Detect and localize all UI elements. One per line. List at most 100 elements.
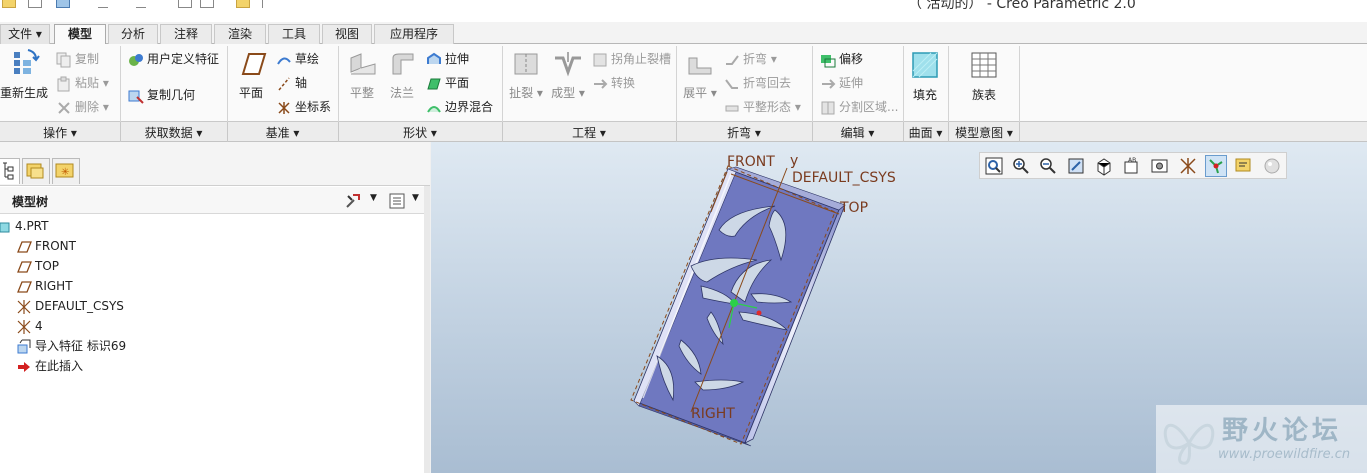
datum-label-top[interactable]: TOP	[840, 200, 868, 216]
form-icon	[555, 52, 581, 77]
flat-state-button[interactable]: 平整形态 ▾	[724, 98, 801, 116]
paste-icon	[57, 76, 70, 91]
redo-icon[interactable]	[136, 0, 146, 8]
boundary-blend-label: 边界混合	[445, 100, 494, 114]
regenerate-button[interactable]: 重新生成	[0, 48, 48, 101]
window-title: （ 活动的） - Creo Parametric 2.0	[908, 0, 1136, 12]
bend-label: 折弯	[743, 52, 768, 66]
svg-text:✳: ✳	[61, 167, 69, 178]
rip-button[interactable]: 扯裂 ▾	[506, 50, 546, 101]
tree-item-right-label: RIGHT	[35, 279, 73, 293]
tree-item-front[interactable]: FRONT	[16, 236, 76, 256]
corner-relief-icon	[593, 53, 607, 66]
fill-label: 填充	[912, 88, 937, 102]
tree-item-right[interactable]: RIGHT	[16, 276, 73, 296]
udf-icon	[129, 53, 143, 66]
save-icon[interactable]	[56, 0, 70, 8]
bend-button[interactable]: 折弯 ▾	[724, 50, 777, 68]
fill-button[interactable]: 填充	[907, 50, 943, 103]
extend-button[interactable]: 延伸	[820, 74, 863, 92]
navigator-scrollbar[interactable]	[424, 186, 430, 473]
delete-button[interactable]: 删除 ▾	[56, 98, 109, 116]
tab-applications[interactable]: 应用程序	[374, 24, 454, 44]
family-table-button[interactable]: 族表	[962, 50, 1006, 103]
tab-view[interactable]: 视图	[322, 24, 372, 44]
tree-show-dropdown-icon[interactable]: ▼	[412, 193, 419, 203]
group-surfaces[interactable]: 曲面 ▾	[903, 124, 948, 141]
flat-wall-label: 平整	[349, 86, 374, 100]
quick-access-dropdown-icon[interactable]	[262, 0, 266, 8]
watermark-url: www.proewildfire.cn	[1218, 447, 1351, 462]
group-shapes[interactable]: 形状 ▾	[338, 124, 502, 141]
divider	[1019, 122, 1020, 142]
datum-plane-button[interactable]: 平面	[232, 50, 270, 101]
tree-item-default-csys[interactable]: DEFAULT_CSYS	[16, 296, 124, 316]
tree-settings-icon[interactable]	[344, 192, 362, 210]
undo-icon[interactable]	[98, 0, 108, 8]
sketch-button[interactable]: 草绘	[276, 50, 319, 68]
tab-annotate[interactable]: 注释	[160, 24, 212, 44]
tab-model[interactable]: 模型	[54, 24, 106, 45]
boundary-blend-button[interactable]: 边界混合	[426, 98, 493, 116]
extrude-button[interactable]: 拉伸	[426, 50, 469, 68]
copy-button[interactable]: 复制	[56, 50, 99, 68]
csys-button[interactable]: 坐标系	[276, 98, 331, 116]
group-operations[interactable]: 操作 ▾	[0, 124, 120, 141]
flat-state-label: 平整形态	[743, 100, 792, 114]
tab-model-tree[interactable]	[0, 158, 20, 184]
import-feature-icon	[17, 339, 31, 353]
group-model-intent-label: 模型意图	[955, 126, 1004, 140]
corner-relief-button[interactable]: 拐角止裂槽	[592, 50, 671, 68]
offset-button[interactable]: 偏移	[820, 50, 863, 68]
udf-button[interactable]: 用户定义特征	[128, 50, 219, 68]
flange-wall-button[interactable]: 法兰	[384, 50, 420, 101]
tree-settings-dropdown-icon[interactable]: ▼	[370, 193, 377, 203]
split-area-button[interactable]: 分割区域...	[820, 98, 898, 116]
tab-folder-browser[interactable]	[22, 158, 50, 184]
flat-wall-button[interactable]: 平整	[344, 50, 380, 101]
copy-geometry-button[interactable]: 复制几何	[128, 86, 195, 104]
group-datum[interactable]: 基准 ▾	[227, 124, 338, 141]
tree-show-icon[interactable]	[388, 192, 406, 210]
unbend-button[interactable]: 展平 ▾	[680, 50, 720, 101]
form-button[interactable]: 成型 ▾	[548, 50, 588, 101]
new-icon[interactable]	[2, 0, 16, 8]
tree-item-csys-4[interactable]: 4	[16, 316, 43, 336]
group-model-intent[interactable]: 模型意图 ▾	[948, 124, 1020, 141]
tab-tools[interactable]: 工具	[268, 24, 320, 44]
axis-icon	[278, 77, 290, 90]
csys-icon	[17, 299, 31, 314]
tab-analysis[interactable]: 分析	[108, 24, 158, 44]
tree-item-insert-here[interactable]: 在此插入	[16, 356, 83, 376]
csys-label: 坐标系	[295, 100, 332, 114]
open-icon[interactable]	[28, 0, 42, 8]
datum-plane-icon	[17, 260, 32, 273]
rip-icon	[514, 53, 538, 75]
axis-button[interactable]: 轴	[276, 74, 307, 92]
butterfly-logo-icon	[1163, 423, 1215, 465]
datum-label-front[interactable]: FRONT	[727, 154, 775, 170]
tree-item-part[interactable]: 4.PRT	[0, 216, 48, 236]
sheet-metal-part[interactable]	[633, 166, 846, 447]
datum-label-default-csys[interactable]: DEFAULT_CSYS	[792, 170, 896, 186]
flat-plane-button[interactable]: 平面	[426, 74, 469, 92]
sketch-icon	[277, 57, 291, 65]
tab-favorites[interactable]: ✳	[52, 158, 80, 184]
bend-back-label: 折弯回去	[743, 76, 792, 90]
group-bends[interactable]: 折弯 ▾	[676, 124, 812, 141]
paste-button[interactable]: 粘贴 ▾	[56, 74, 109, 92]
group-engineering[interactable]: 工程 ▾	[502, 124, 676, 141]
group-get-data[interactable]: 获取数据 ▾	[120, 124, 227, 141]
bend-back-button[interactable]: 折弯回去	[724, 74, 791, 92]
regenerate-quick-icon[interactable]	[178, 0, 192, 8]
datum-label-right[interactable]: RIGHT	[691, 406, 735, 422]
tab-file[interactable]: 文件 ▾	[0, 24, 50, 44]
tab-render[interactable]: 渲染	[214, 24, 266, 44]
group-editing[interactable]: 编辑 ▾	[812, 124, 903, 141]
close-window-icon[interactable]	[236, 0, 250, 8]
copy-label: 复制	[75, 52, 100, 66]
windows-icon[interactable]	[200, 0, 214, 8]
tree-item-top[interactable]: TOP	[16, 256, 59, 276]
convert-button[interactable]: 转换	[592, 74, 635, 92]
tree-item-import-feature[interactable]: 导入特征 标识69	[16, 336, 126, 356]
